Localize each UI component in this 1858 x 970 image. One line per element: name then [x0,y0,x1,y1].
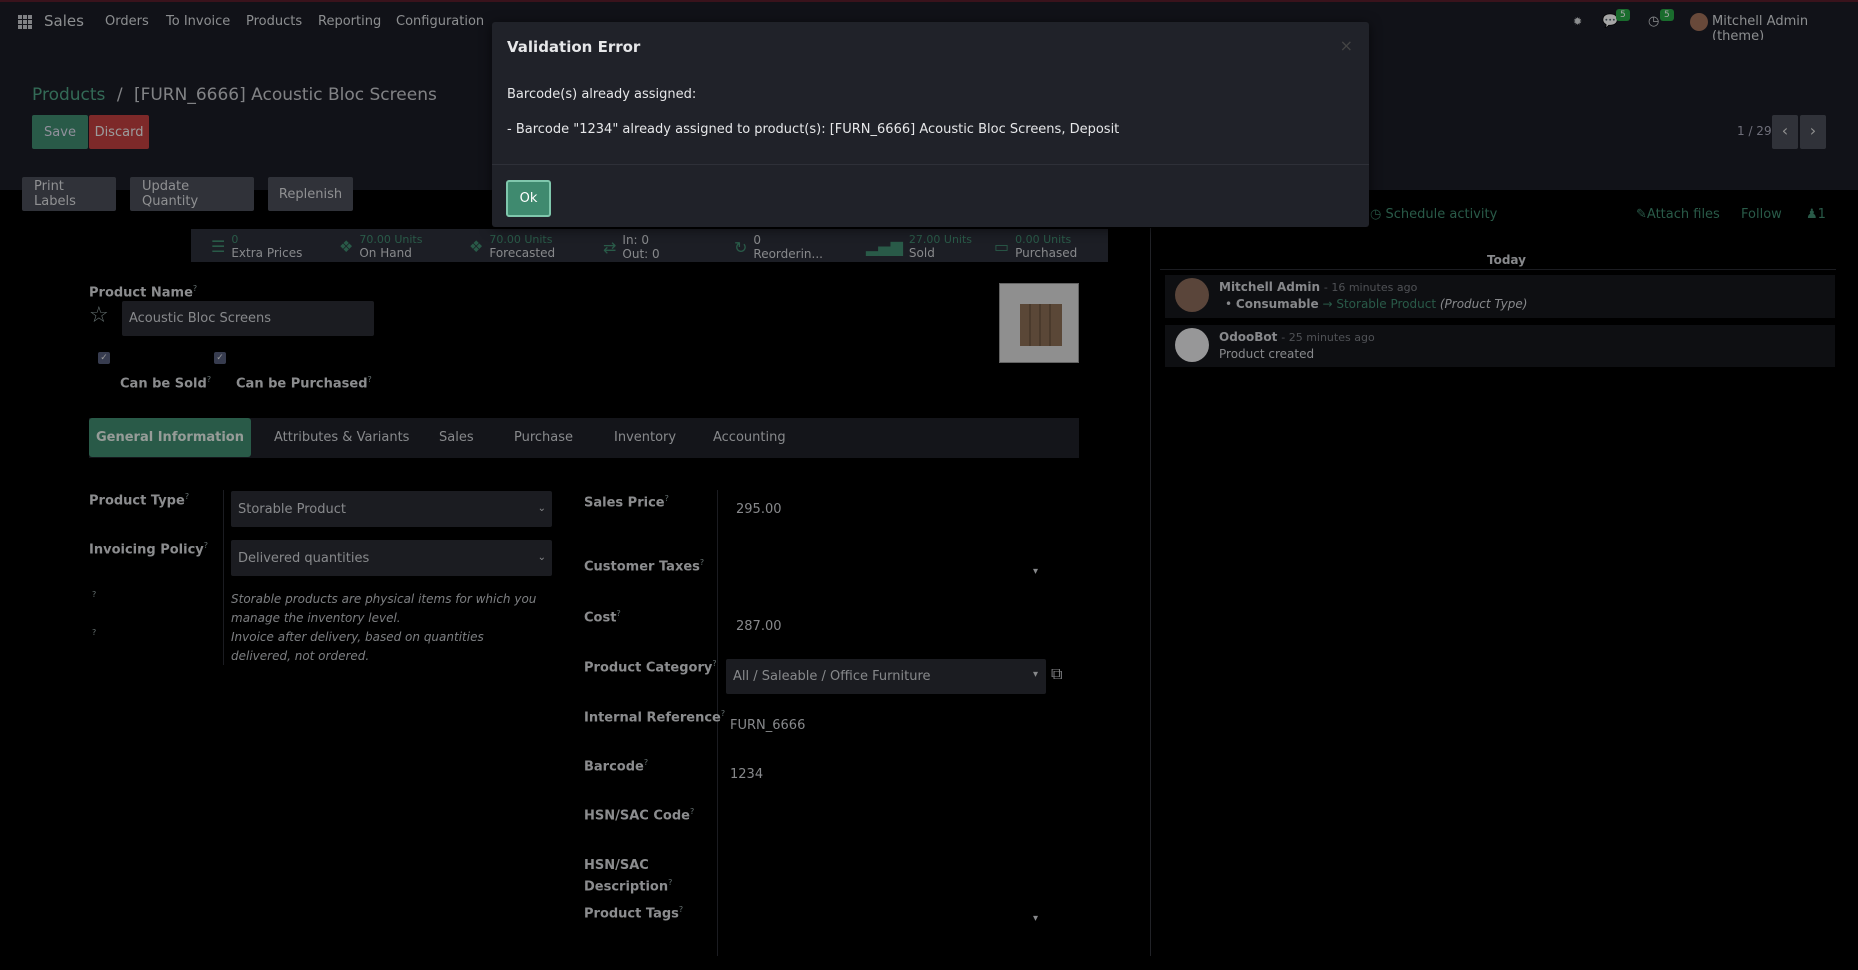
validation-error-dialog: Validation Error × Barcode(s) already as… [492,22,1369,227]
dialog-title: Validation Error [507,38,641,56]
ok-button[interactable]: Ok [506,180,551,217]
dialog-footer-divider [492,164,1369,165]
close-icon[interactable]: × [1340,36,1353,55]
error-heading: Barcode(s) already assigned: [507,87,697,102]
error-detail: - Barcode "1234" already assigned to pro… [507,122,1120,137]
